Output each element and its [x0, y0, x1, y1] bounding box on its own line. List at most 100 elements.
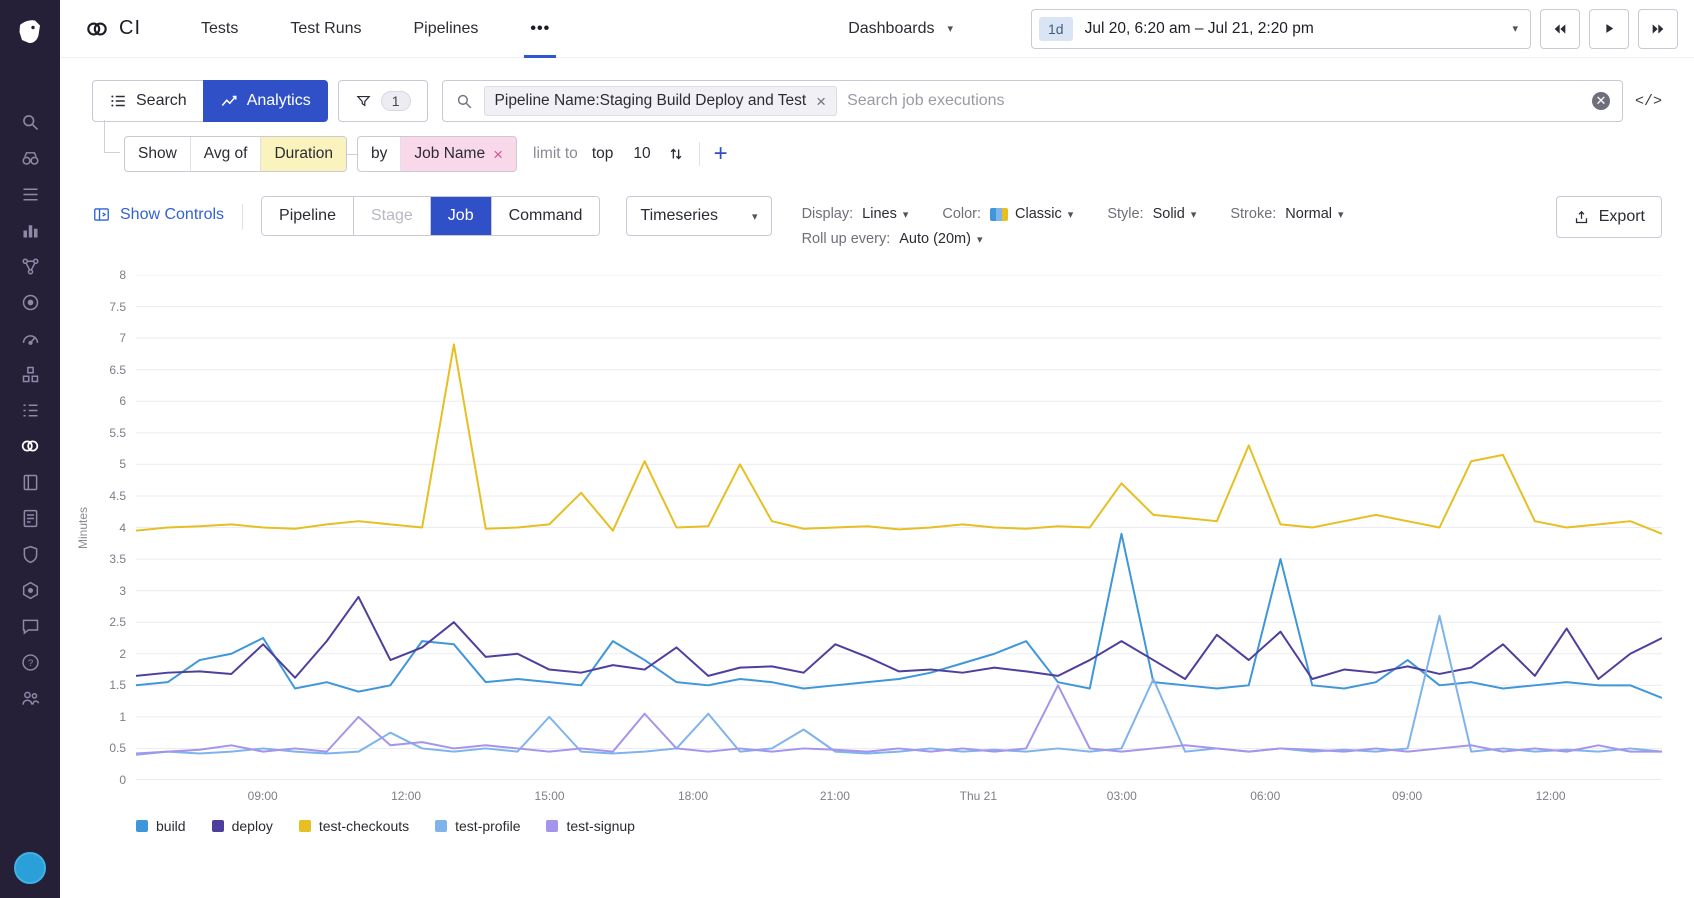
level-pipeline[interactable]: Pipeline: [262, 197, 354, 235]
events-icon[interactable]: [12, 179, 48, 209]
tab-pipelines[interactable]: Pipelines: [413, 0, 478, 58]
y-axis-title: Minutes: [76, 506, 90, 549]
remove-facet-icon[interactable]: ×: [816, 93, 826, 110]
add-query-button[interactable]: +: [714, 142, 728, 166]
time-range-selector[interactable]: 1d Jul 20, 6:20 am – Jul 21, 2:20 pm ▾: [1031, 8, 1531, 49]
y-tick-label: 1.5: [109, 678, 126, 693]
search-icon[interactable]: [12, 107, 48, 137]
series-line-deploy[interactable]: [136, 597, 1662, 679]
search-mode-label: Search: [136, 92, 187, 109]
plot-area[interactable]: [136, 275, 1662, 780]
legend-item-test-profile[interactable]: test-profile: [435, 818, 520, 834]
legend-item-build[interactable]: build: [136, 818, 186, 834]
app-window: ? CI Tests Test Runs Pipelines ••• Dashb…: [0, 0, 1694, 898]
groupby-selector[interactable]: Job Name ×: [401, 137, 517, 171]
dashboards-icon[interactable]: [12, 215, 48, 245]
feedback-icon[interactable]: [12, 611, 48, 641]
y-tick-label: 2.5: [109, 615, 126, 630]
datadog-logo[interactable]: [15, 16, 45, 46]
series-line-test-checkouts[interactable]: [136, 344, 1662, 533]
show-controls-label: Show Controls: [120, 205, 225, 223]
level-stage[interactable]: Stage: [353, 197, 431, 235]
watchdog-icon[interactable]: [12, 143, 48, 173]
y-tick-label: 7.5: [109, 299, 126, 314]
ci-product-brand[interactable]: CI: [84, 16, 141, 42]
stroke-value-dropdown[interactable]: Normal: [1285, 206, 1332, 222]
monitors-icon[interactable]: [12, 395, 48, 425]
series-line-test-signup[interactable]: [136, 685, 1662, 753]
legend-item-test-checkouts[interactable]: test-checkouts: [298, 818, 410, 834]
analytics-mode-label: Analytics: [246, 92, 311, 109]
legend-swatch: [546, 820, 559, 832]
time-skip-back-button[interactable]: [1540, 8, 1580, 49]
color-label: Color:: [942, 206, 982, 222]
measure-selector[interactable]: Duration: [261, 137, 347, 171]
display-value-dropdown[interactable]: Lines: [862, 206, 897, 222]
x-tick-label: 21:00: [819, 789, 850, 803]
filter-count-badge: 1: [380, 91, 411, 111]
analytics-mode-button[interactable]: Analytics: [202, 80, 328, 122]
export-button[interactable]: Export: [1555, 196, 1662, 238]
service-map-icon[interactable]: [12, 251, 48, 281]
user-avatar[interactable]: [14, 852, 46, 884]
query-builder: Show Avg of Duration by Job Name × limit…: [104, 120, 1662, 172]
show-controls-link[interactable]: Show Controls: [92, 205, 224, 224]
serverless-icon[interactable]: [12, 575, 48, 605]
tab-more[interactable]: •••: [524, 0, 556, 58]
legend-item-test-signup[interactable]: test-signup: [546, 818, 635, 834]
visualization-dropdown[interactable]: Timeseries ▾: [626, 196, 772, 236]
y-axis: 0 0.5 1 1.5 2 2.5 3 3.5 4 4.5 5 5.5 6 6.5 7 7.5 8: [92, 268, 136, 787]
tab-test-runs[interactable]: Test Runs: [290, 0, 361, 58]
rollup-value-dropdown[interactable]: Auto (20m): [899, 231, 971, 247]
time-preset-chip[interactable]: 1d: [1039, 16, 1073, 41]
help-icon[interactable]: ?: [12, 647, 48, 677]
search-mode-button[interactable]: Search: [92, 80, 204, 122]
search-facet-pill[interactable]: Pipeline Name:Staging Build Deploy and T…: [483, 86, 838, 116]
level-job[interactable]: Job: [430, 197, 492, 235]
organization-icon[interactable]: [12, 683, 48, 713]
x-axis: 09:00 12:00 15:00 18:00 21:00 Thu 21 03:00 06:0…: [136, 780, 1662, 810]
timeseries-chart[interactable]: [136, 275, 1662, 780]
list-icon: [109, 92, 127, 110]
tab-tests[interactable]: Tests: [201, 0, 238, 58]
aggregation-selector[interactable]: Avg of: [191, 137, 262, 171]
chevron-down-icon: ▾: [947, 23, 953, 35]
ci-icon[interactable]: [12, 431, 48, 461]
infrastructure-icon[interactable]: [12, 359, 48, 389]
dashboards-menu[interactable]: Dashboards ▾: [848, 20, 953, 38]
chevron-down-icon: ▾: [1512, 23, 1518, 35]
level-command[interactable]: Command: [491, 197, 600, 235]
code-view-button[interactable]: </>: [1635, 93, 1662, 110]
chevron-down-icon: ▾: [902, 208, 909, 221]
y-tick-label: 1: [119, 709, 126, 724]
limit-type-selector[interactable]: top: [592, 145, 614, 163]
sort-icon[interactable]: [667, 145, 685, 163]
clear-search-icon[interactable]: ✕: [1591, 92, 1610, 110]
chevron-down-icon: ▾: [1190, 208, 1197, 221]
color-value-dropdown[interactable]: Classic: [1015, 206, 1062, 222]
filter-button[interactable]: 1: [337, 80, 428, 122]
export-icon: [1573, 209, 1590, 226]
style-value-dropdown[interactable]: Solid: [1153, 206, 1185, 222]
time-skip-forward-button[interactable]: [1638, 8, 1678, 49]
search-input[interactable]: Pipeline Name:Staging Build Deploy and T…: [441, 80, 1623, 122]
time-play-button[interactable]: [1589, 8, 1629, 49]
legend-label: build: [156, 818, 186, 834]
palette-swatch-icon: [990, 207, 1009, 221]
legend-swatch: [136, 820, 148, 832]
legend-item-deploy[interactable]: deploy: [211, 818, 273, 834]
chevron-down-icon: ▾: [976, 233, 983, 246]
notebooks-icon[interactable]: [12, 467, 48, 497]
logs-icon[interactable]: [12, 503, 48, 533]
visualization-value: Timeseries: [640, 207, 719, 224]
x-tick-label: 03:00: [1106, 789, 1137, 803]
limit-value-selector[interactable]: 10: [633, 145, 650, 163]
synthetics-icon[interactable]: [12, 287, 48, 317]
legend-label: test-signup: [566, 818, 635, 834]
remove-groupby-icon[interactable]: ×: [493, 146, 503, 163]
security-icon[interactable]: [12, 539, 48, 569]
chevron-down-icon: ▾: [752, 210, 758, 223]
magnifier-icon: [455, 92, 474, 111]
apm-icon[interactable]: [12, 323, 48, 353]
legend-label: test-checkouts: [318, 818, 410, 834]
